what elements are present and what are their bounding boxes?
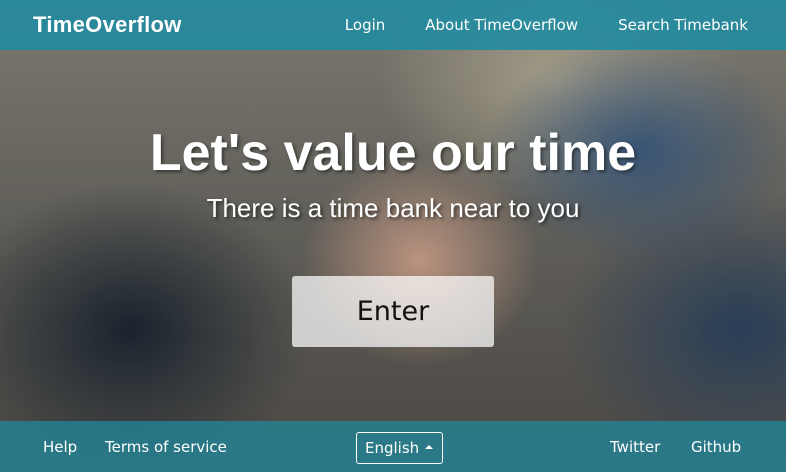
nav-about-link[interactable]: About TimeOverflow — [425, 16, 578, 34]
hero-subtitle: There is a time bank near to you — [206, 193, 580, 223]
footer-bar: Help Terms of service English Twitter Gi… — [0, 421, 786, 472]
footer-twitter-link[interactable]: Twitter — [610, 438, 660, 456]
hero-section: Let's value our time There is a time ban… — [0, 118, 786, 226]
nav-links: Login About TimeOverflow Search Timebank — [345, 16, 748, 34]
landing-page: TimeOverflow Login About TimeOverflow Se… — [0, 0, 786, 472]
hero-title: Let's value our time — [149, 124, 637, 182]
enter-button[interactable]: Enter — [292, 276, 494, 347]
footer-help-link[interactable]: Help — [43, 438, 77, 456]
brand-logo[interactable]: TimeOverflow — [33, 12, 182, 38]
footer-terms-link[interactable]: Terms of service — [105, 438, 227, 456]
top-navbar: TimeOverflow Login About TimeOverflow Se… — [0, 0, 786, 50]
language-select[interactable]: English — [356, 432, 443, 464]
language-selected-value: English — [365, 439, 420, 457]
footer-github-link[interactable]: Github — [691, 438, 741, 456]
caret-up-icon — [425, 445, 434, 449]
nav-login-link[interactable]: Login — [345, 16, 385, 34]
background-photo — [0, 0, 786, 472]
nav-search-timebank-link[interactable]: Search Timebank — [618, 16, 748, 34]
